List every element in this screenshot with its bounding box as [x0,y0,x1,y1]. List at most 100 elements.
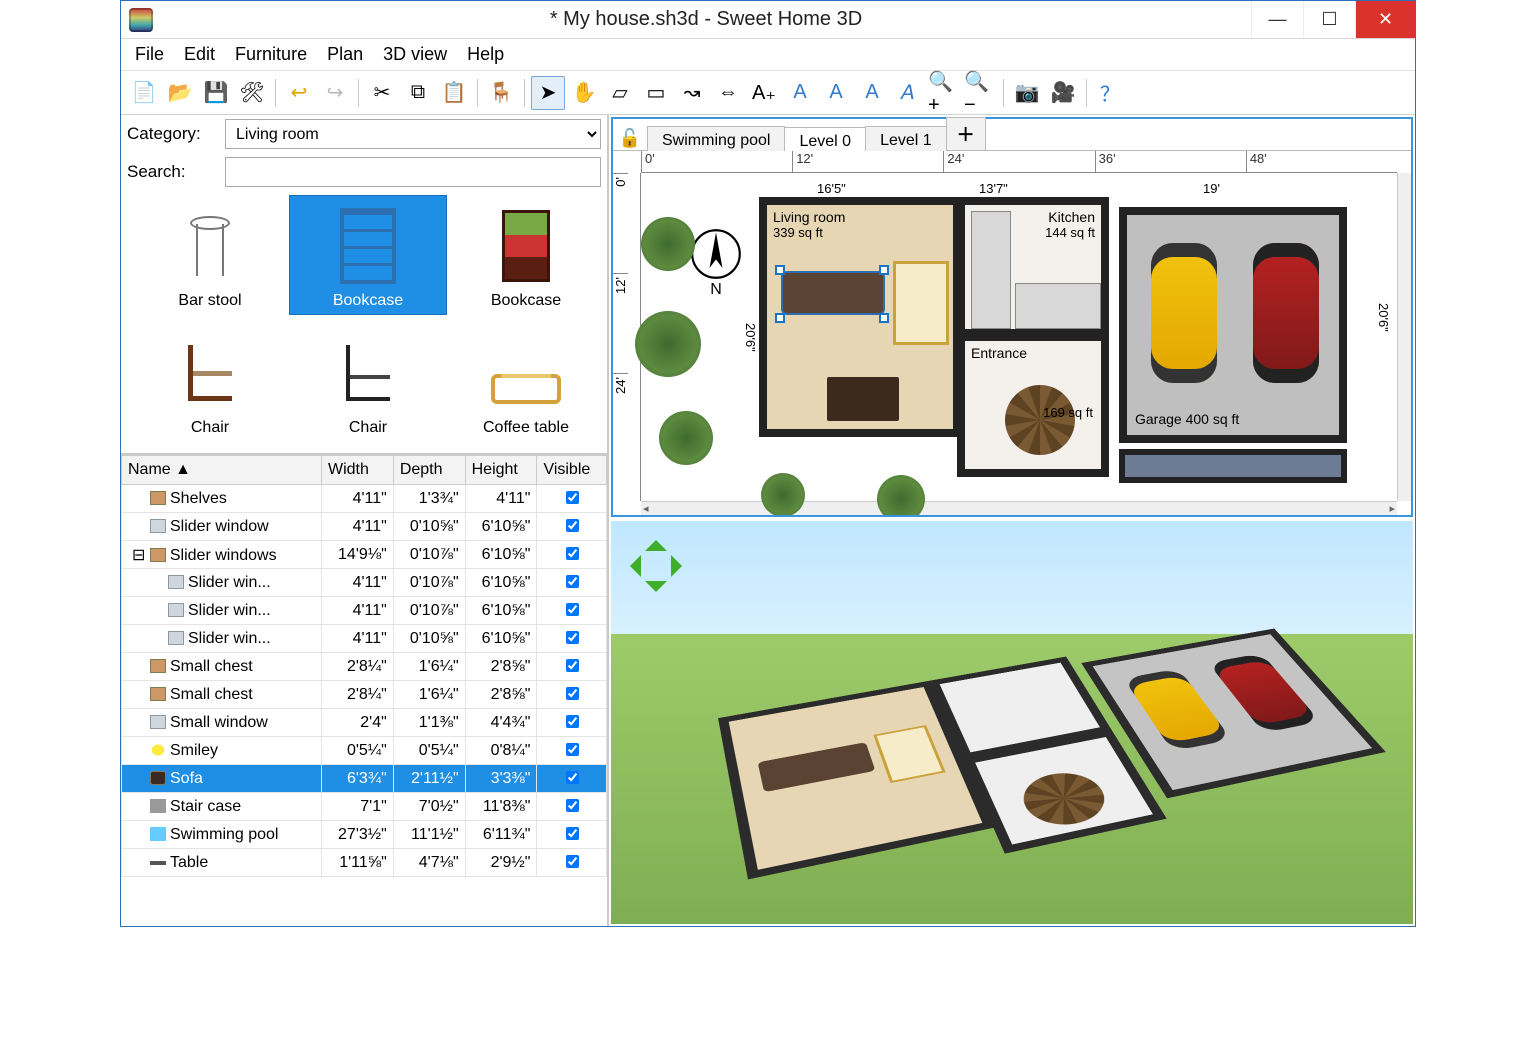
visible-checkbox[interactable] [566,855,579,868]
save-file-icon[interactable]: 💾 [199,76,233,110]
plan-scrollbar-vertical[interactable] [1397,173,1411,501]
furniture-table[interactable] [827,377,899,421]
visible-checkbox[interactable] [566,547,579,560]
column-header[interactable]: Name ▲ [122,456,322,485]
catalog-item[interactable]: Coffee table [447,322,605,442]
view-3d[interactable] [611,521,1413,924]
undo-icon[interactable]: ↩ [282,76,316,110]
table-row[interactable]: Slider window4'11"0'10⅝"6'10⅝" [122,513,607,541]
level-tab[interactable]: Level 1 [865,126,947,154]
visible-checkbox[interactable] [566,799,579,812]
cut-icon[interactable]: ✂ [365,76,399,110]
menu-file[interactable]: File [127,42,172,67]
maximize-button[interactable]: ☐ [1303,1,1355,38]
menu-furniture[interactable]: Furniture [227,42,315,67]
category-select[interactable]: Living room [225,119,601,149]
nav-left-icon[interactable] [619,555,641,577]
column-header[interactable]: Visible [537,456,607,485]
increase-text-icon[interactable]: A [783,76,817,110]
table-row[interactable]: Small chest2'8¼"1'6¼"2'8⅝" [122,653,607,681]
furniture-car-yellow[interactable] [1151,243,1217,383]
preferences-icon[interactable]: 🛠 [235,76,269,110]
room-living[interactable]: Living room 339 sq ft [759,197,961,437]
visible-checkbox[interactable] [566,631,579,644]
copy-icon[interactable]: ⧉ [401,76,435,110]
paste-icon[interactable]: 📋 [437,76,471,110]
create-text-icon[interactable]: A₊ [747,76,781,110]
nav-right-icon[interactable] [671,555,693,577]
catalog-item[interactable]: Chair [289,322,447,442]
furniture-staircase[interactable] [1005,385,1075,455]
minimize-button[interactable]: — [1251,1,1303,38]
level-tab[interactable]: Swimming pool [647,126,785,154]
pan-tool-icon[interactable]: ✋ [567,76,601,110]
create-polylines-icon[interactable]: ↝ [675,76,709,110]
nav-3d-control[interactable] [621,531,691,601]
plan-scrollbar-horizontal[interactable]: ◂▸ [641,501,1397,515]
room-entrance[interactable]: Entrance 169 sq ft [957,333,1109,477]
add-level-button[interactable]: ＋ [946,117,986,150]
decrease-text-icon[interactable]: A [819,76,853,110]
room-garage[interactable]: Garage 400 sq ft [1119,207,1347,443]
menu-edit[interactable]: Edit [176,42,223,67]
menu-3d-view[interactable]: 3D view [375,42,455,67]
menu-help[interactable]: Help [459,42,512,67]
catalog-item[interactable]: Chair [131,322,289,442]
visible-checkbox[interactable] [566,715,579,728]
bold-icon[interactable]: A [855,76,889,110]
zoom-in-icon[interactable]: 🔍+ [927,76,961,110]
zoom-out-icon[interactable]: 🔍− [963,76,997,110]
visible-checkbox[interactable] [566,659,579,672]
catalog-item[interactable]: Bookcase [289,195,447,315]
visible-checkbox[interactable] [566,687,579,700]
column-header[interactable]: Height [465,456,537,485]
nav-up-icon[interactable] [645,529,667,551]
table-row[interactable]: Shelves4'11"1'3¾"4'11" [122,485,607,513]
table-row[interactable]: Smiley0'5¼"0'5¼"0'8¼" [122,737,607,765]
column-header[interactable]: Depth [393,456,465,485]
plan-canvas[interactable]: 0'12'24'36'48' 0'12'24' ◂▸ N [613,151,1411,515]
create-dimensions-icon[interactable]: ⇔ [711,76,745,110]
table-row[interactable]: Stair case7'1"7'0½"11'8⅜" [122,793,607,821]
table-row[interactable]: Slider win...4'11"0'10⅝"6'10⅝" [122,625,607,653]
open-file-icon[interactable]: 📂 [163,76,197,110]
visible-checkbox[interactable] [566,743,579,756]
visible-checkbox[interactable] [566,519,579,532]
lock-icon[interactable]: 🔓 [617,126,643,150]
select-tool-icon[interactable]: ➤ [531,76,565,110]
table-row[interactable]: Sofa6'3¾"2'11½"3'3⅜" [122,765,607,793]
catalog-item[interactable]: Bar stool [131,195,289,315]
catalog-item[interactable]: Bookcase [447,195,605,315]
visible-checkbox[interactable] [566,603,579,616]
create-rooms-icon[interactable]: ▭ [639,76,673,110]
table-row[interactable]: Slider win...4'11"0'10⅞"6'10⅝" [122,597,607,625]
photo-icon[interactable]: 📷 [1010,76,1044,110]
add-furniture-icon[interactable]: 🪑 [484,76,518,110]
visible-checkbox[interactable] [566,575,579,588]
furniture-car-red[interactable] [1253,243,1319,383]
table-row[interactable]: Small chest2'8¼"1'6¼"2'8⅝" [122,681,607,709]
visible-checkbox[interactable] [566,491,579,504]
redo-icon[interactable]: ↪ [318,76,352,110]
column-header[interactable]: Width [322,456,394,485]
close-button[interactable]: ✕ [1355,1,1415,38]
table-row[interactable]: Slider win...4'11"0'10⅞"6'10⅝" [122,569,607,597]
collapse-icon[interactable]: ⊟ [132,547,150,564]
nav-down-icon[interactable] [645,581,667,603]
visible-checkbox[interactable] [566,827,579,840]
table-row[interactable]: Small window2'4"1'1⅜"4'4¾" [122,709,607,737]
video-icon[interactable]: 🎥 [1046,76,1080,110]
create-walls-icon[interactable]: ▱ [603,76,637,110]
italic-icon[interactable]: 𝘈 [891,76,925,110]
furniture-table[interactable]: Name ▲WidthDepthHeightVisible Shelves4'1… [121,455,607,926]
table-row[interactable]: Swimming pool27'3½"11'1½"6'11¾" [122,821,607,849]
table-row[interactable]: Table1'11⅝"4'7⅛"2'9½" [122,849,607,877]
furniture-rug[interactable] [893,261,949,345]
table-row[interactable]: ⊟ Slider windows14'9⅛"0'10⅞"6'10⅝" [122,541,607,569]
search-input[interactable] [225,157,601,187]
menu-plan[interactable]: Plan [319,42,371,67]
visible-checkbox[interactable] [566,771,579,784]
compass-icon[interactable]: N [687,227,745,305]
room-kitchen[interactable]: Kitchen144 sq ft [957,197,1109,337]
new-file-icon[interactable]: 📄 [127,76,161,110]
